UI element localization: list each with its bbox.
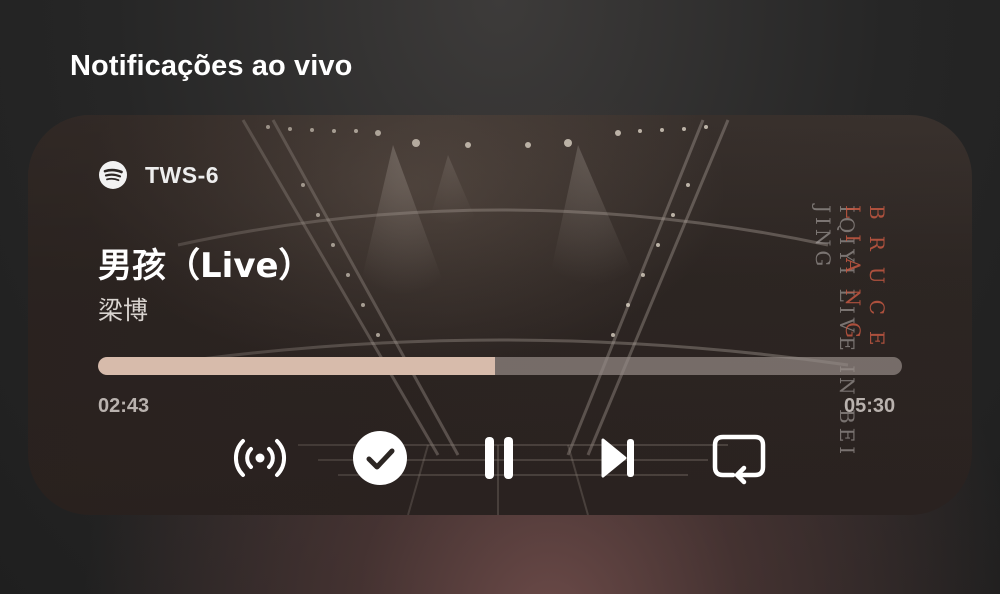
progress-fill xyxy=(98,357,496,375)
repeat-icon xyxy=(712,434,766,485)
spotify-icon xyxy=(99,161,127,189)
artist-name: 梁博 xyxy=(98,296,149,325)
media-notification-card[interactable]: IQIYI LIVE IN BEI JING BRUCE LIANG TWS-6… xyxy=(28,115,972,515)
save-button[interactable] xyxy=(350,431,410,485)
pause-button[interactable] xyxy=(469,431,529,485)
next-button[interactable] xyxy=(588,431,648,485)
check-circle-icon xyxy=(353,431,407,485)
progress-bar[interactable] xyxy=(98,357,902,375)
song-title: 男孩（Live） xyxy=(98,246,313,286)
elapsed-time: 02:43 xyxy=(98,395,150,417)
page-title: Notificações ao vivo xyxy=(70,50,353,82)
repeat-button[interactable] xyxy=(709,431,769,485)
cast-button[interactable] xyxy=(230,431,290,485)
skip-next-icon xyxy=(601,438,634,478)
pause-icon xyxy=(485,437,513,479)
app-row: TWS-6 xyxy=(98,160,219,190)
total-duration: 05:30 xyxy=(844,395,896,417)
app-name: TWS-6 xyxy=(145,161,220,188)
broadcast-icon xyxy=(233,439,287,477)
